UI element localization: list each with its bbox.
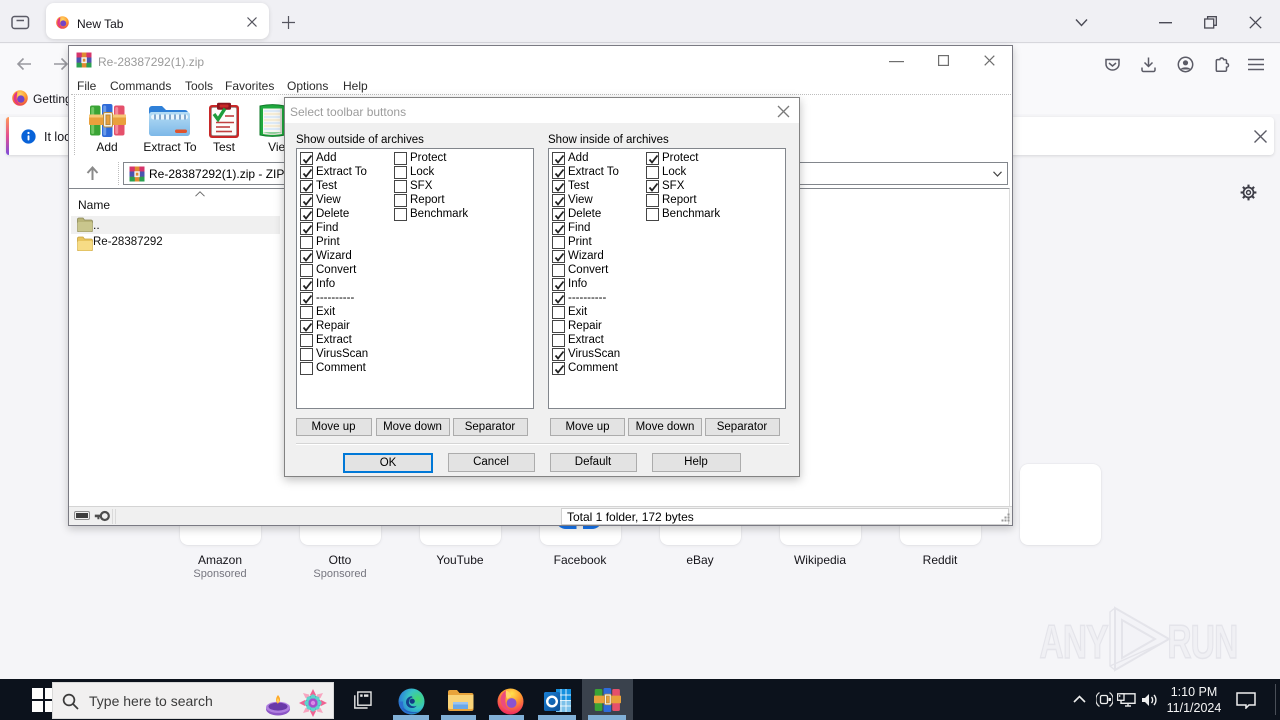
svg-text:RUN: RUN — [1167, 615, 1237, 668]
svg-text:ANY: ANY — [1040, 615, 1109, 668]
